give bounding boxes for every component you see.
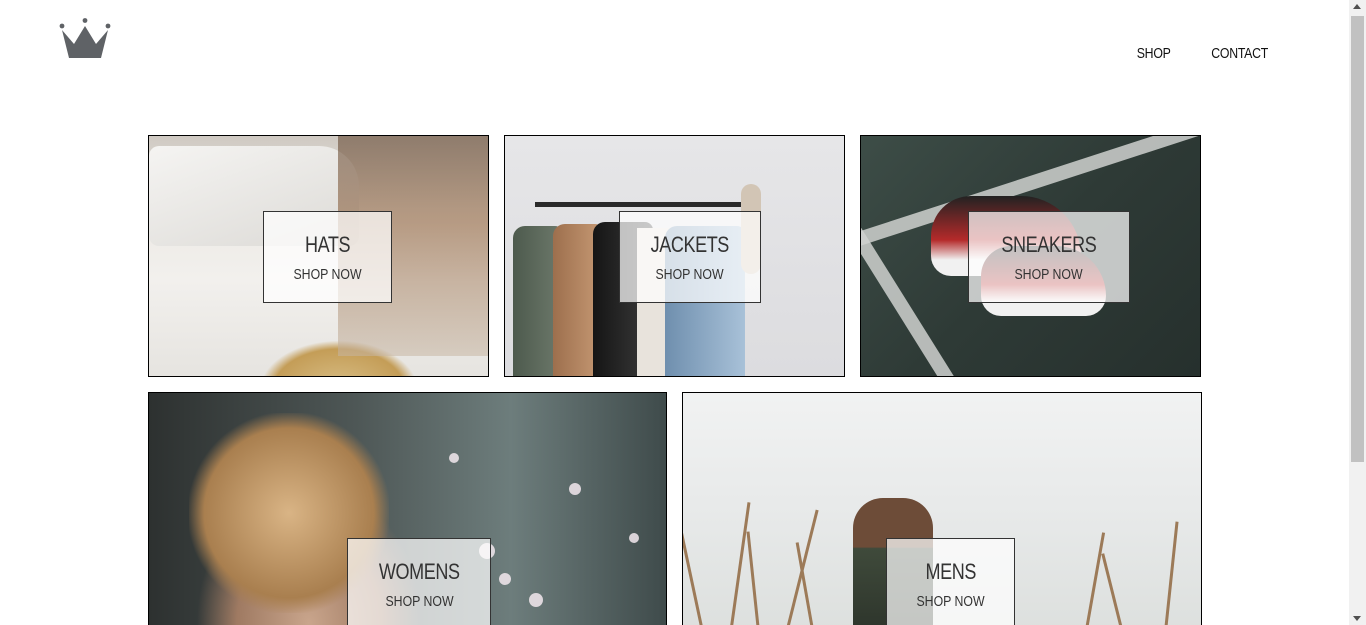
crown-icon[interactable] [58,18,112,62]
menu-item-mens[interactable]: MENS SHOP NOW [682,392,1202,625]
menu-item-womens[interactable]: WOMENS SHOP NOW [148,392,667,625]
menu-item-hats[interactable]: HATS SHOP NOW [148,135,489,377]
jackets-content-box[interactable]: JACKETS SHOP NOW [619,211,761,303]
scroll-up-arrow-icon[interactable] [1353,4,1361,9]
vertical-scrollbar[interactable] [1349,0,1366,625]
main-nav: SHOP CONTACT [1133,45,1274,62]
hats-shop-now: SHOP NOW [293,265,362,283]
menu-item-sneakers[interactable]: SNEAKERS SHOP NOW [860,135,1201,377]
hats-content-box[interactable]: HATS SHOP NOW [263,211,393,303]
womens-content-box[interactable]: WOMENS SHOP NOW [347,538,492,625]
sneakers-title: SNEAKERS [1001,231,1097,257]
hats-title: HATS [304,231,351,257]
mens-shop-now: SHOP NOW [916,592,985,610]
jackets-title: JACKETS [650,231,730,257]
jackets-shop-now: SHOP NOW [655,265,724,283]
nav-contact-link[interactable]: CONTACT [1211,45,1268,62]
scroll-down-arrow-icon[interactable] [1353,616,1361,621]
scrollbar-thumb[interactable] [1351,16,1364,462]
mens-title: MENS [925,558,976,584]
womens-shop-now: SHOP NOW [385,592,454,610]
sneakers-shop-now: SHOP NOW [1014,265,1083,283]
header: SHOP CONTACT [0,0,1349,110]
mens-content-box[interactable]: MENS SHOP NOW [886,538,1016,625]
womens-title: WOMENS [378,558,460,584]
nav-shop-link[interactable]: SHOP [1137,45,1171,62]
menu-item-jackets[interactable]: JACKETS SHOP NOW [504,135,845,377]
sneakers-content-box[interactable]: SNEAKERS SHOP NOW [968,211,1130,303]
